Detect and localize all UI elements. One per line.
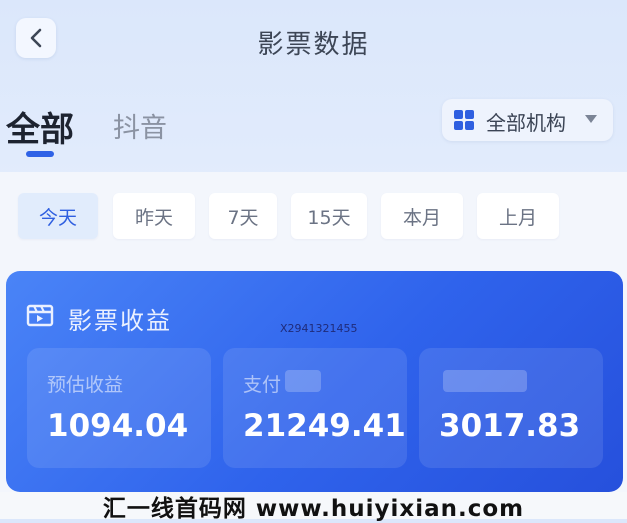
stat-value: 3017.83: [439, 408, 581, 444]
card-title: 影票收益: [68, 307, 172, 335]
org-filter-label: 全部机构: [486, 111, 566, 135]
revenue-card: 影票收益 X2941321455 预估收益 1094.04 支付 21249.4…: [6, 271, 623, 492]
footer-watermark: 汇一线首码网 www.huiyixian.com: [102, 496, 525, 522]
stat-third[interactable]: 3017.83: [419, 348, 603, 468]
stat-payment[interactable]: 支付 21249.41: [223, 348, 407, 468]
redacted-area: [285, 370, 321, 392]
tab-douyin[interactable]: 抖音: [113, 106, 167, 145]
stat-label: 预估收益: [47, 374, 124, 396]
tab-all[interactable]: 全部: [6, 102, 74, 151]
watermark-text: X2941321455: [280, 322, 358, 335]
stat-value: 21249.41: [243, 408, 406, 444]
stat-label: 支付: [243, 374, 282, 396]
chip-this-month[interactable]: 本月: [381, 193, 463, 239]
active-tab-indicator: [26, 151, 54, 157]
caret-down-icon: [585, 115, 597, 123]
clapperboard-icon: [26, 304, 54, 327]
chip-last-month[interactable]: 上月: [477, 193, 559, 239]
stat-estimated-revenue[interactable]: 预估收益 1094.04: [27, 348, 211, 468]
chip-yesterday[interactable]: 昨天: [113, 193, 195, 239]
chip-today[interactable]: 今天: [18, 193, 98, 239]
stat-value: 1094.04: [47, 408, 189, 444]
redacted-area: [443, 370, 527, 392]
chip-15days[interactable]: 15天: [291, 193, 367, 239]
page-title: 影票数据: [257, 30, 370, 60]
org-filter-dropdown[interactable]: 全部机构: [442, 99, 613, 141]
chip-7days[interactable]: 7天: [209, 193, 277, 239]
grid-icon: [454, 110, 474, 130]
